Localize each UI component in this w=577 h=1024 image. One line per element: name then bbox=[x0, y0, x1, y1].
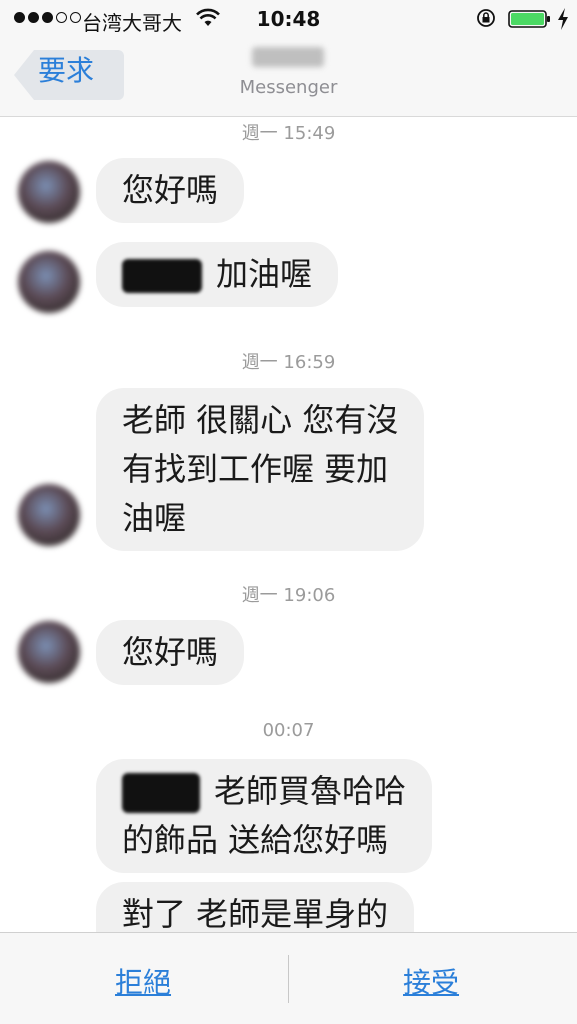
message-bubble[interactable]: 您好嗎 bbox=[96, 158, 245, 223]
message-bubble[interactable]: 您好嗎 bbox=[96, 620, 245, 685]
avatar[interactable] bbox=[18, 484, 80, 546]
nav-subtitle: Messenger bbox=[239, 77, 338, 98]
message-text-line: 有找到工作喔 要加 bbox=[122, 450, 389, 488]
messenger-screen: 台湾大哥大 10:48 要求 Messenger 週一 15:49 您好嗎 加油… bbox=[0, 0, 577, 1024]
rotation-lock-icon bbox=[477, 9, 495, 27]
timestamp: 週一 16:59 bbox=[241, 352, 336, 373]
avatar[interactable] bbox=[18, 251, 80, 313]
message-text-line: 油喔 bbox=[122, 499, 187, 537]
request-action-bar: 拒絕 接受 bbox=[0, 932, 577, 1024]
redacted-name bbox=[122, 773, 200, 813]
message-bubble[interactable]: 老師買魯哈哈 的飾品 送給您好嗎 bbox=[96, 759, 433, 873]
avatar[interactable] bbox=[18, 621, 80, 683]
message-text-line: 老師 很關心 您有沒 bbox=[122, 401, 399, 439]
message-bubble[interactable]: 加油喔 bbox=[96, 242, 339, 307]
divider bbox=[288, 955, 289, 1003]
contact-name-blurred bbox=[252, 47, 324, 67]
timestamp: 週一 15:49 bbox=[241, 123, 336, 144]
accept-button[interactable]: 接受 bbox=[403, 961, 459, 1001]
redacted-name bbox=[122, 259, 202, 293]
message-text: 您好嗎 bbox=[122, 171, 219, 209]
message-text: 加油喔 bbox=[216, 255, 313, 293]
navigation-bar: 要求 Messenger bbox=[0, 40, 577, 117]
status-bar: 台湾大哥大 10:48 bbox=[0, 0, 577, 40]
message-text: 您好嗎 bbox=[122, 633, 219, 671]
message-text-line: 老師買魯哈哈 bbox=[214, 772, 407, 810]
battery-icon bbox=[508, 10, 550, 28]
timestamp: 00:07 bbox=[262, 720, 315, 741]
charging-icon bbox=[558, 8, 568, 30]
message-bubble[interactable]: 老師 很關心 您有沒 有找到工作喔 要加 油喔 bbox=[96, 388, 425, 551]
decline-button[interactable]: 拒絕 bbox=[115, 961, 171, 1001]
timestamp: 週一 19:06 bbox=[241, 585, 336, 606]
avatar[interactable] bbox=[18, 161, 80, 223]
message-text-line: 的飾品 送給您好嗎 bbox=[122, 821, 389, 859]
